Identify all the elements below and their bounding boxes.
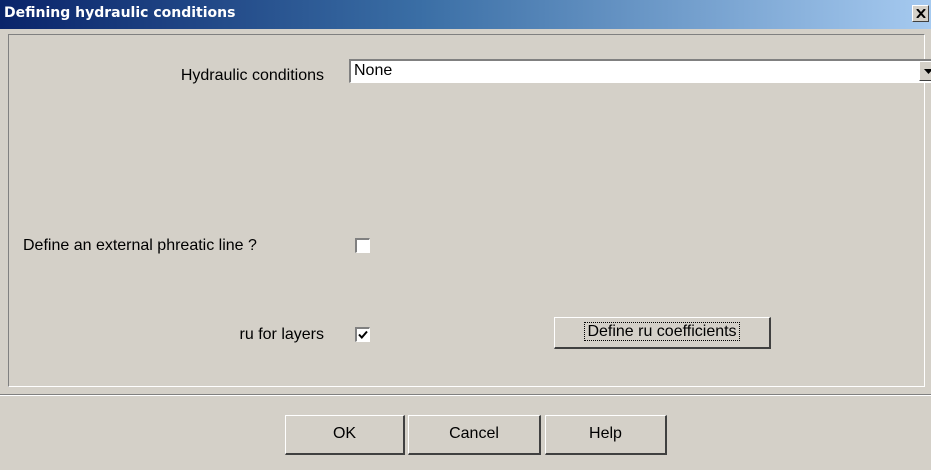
title-bar[interactable]: Defining hydraulic conditions (0, 0, 931, 29)
ru-for-layers-label: ru for layers (239, 326, 324, 343)
dropdown-button[interactable] (919, 61, 931, 81)
hydraulic-conditions-select[interactable]: None (349, 59, 931, 83)
footer-separator (0, 394, 931, 396)
checkmark-icon (358, 330, 368, 339)
phreatic-line-checkbox[interactable] (355, 238, 370, 253)
dialog-window: Defining hydraulic conditions Hydraulic … (0, 0, 931, 470)
define-ru-coefficients-label: Define ru coefficients (584, 322, 740, 341)
settings-panel: Hydraulic conditions None Define an exte… (8, 34, 931, 387)
phreatic-line-label: Define an external phreatic line ? (23, 237, 257, 254)
hydraulic-conditions-value: None (354, 62, 393, 79)
close-button[interactable] (912, 5, 929, 22)
hydraulic-conditions-label: Hydraulic conditions (180, 67, 324, 84)
close-icon (916, 9, 926, 18)
cancel-button[interactable]: Cancel (408, 415, 541, 455)
ok-button[interactable]: OK (285, 415, 405, 455)
define-ru-coefficients-button[interactable]: Define ru coefficients (554, 317, 771, 349)
chevron-down-icon (924, 69, 931, 74)
window-title: Defining hydraulic conditions (4, 5, 236, 21)
ru-for-layers-checkbox[interactable] (355, 327, 370, 342)
help-button[interactable]: Help (545, 415, 667, 455)
